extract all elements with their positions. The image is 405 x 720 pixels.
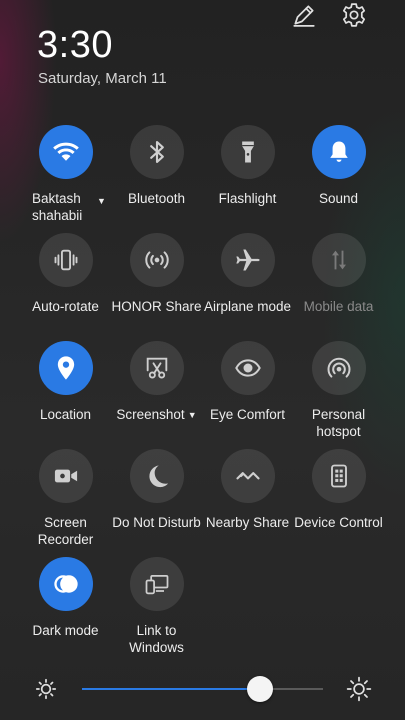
device-control-icon	[311, 449, 366, 503]
chevron-down-icon[interactable]: ▼	[188, 410, 197, 420]
tile-flashlight[interactable]: Flashlight	[202, 125, 293, 233]
tile-location[interactable]: Location	[20, 341, 111, 449]
clock-time[interactable]: 3:30	[37, 24, 113, 67]
wifi-network-name: Baktash shahabii	[32, 191, 83, 223]
tile-do-not-disturb[interactable]: Do Not Disturb	[111, 449, 202, 557]
tile-hotspot-label: Personal hotspot	[311, 407, 366, 439]
tile-screenshot-label: Screenshot ▼	[111, 406, 202, 424]
bluetooth-icon	[129, 125, 184, 179]
tile-mobile-data-label: Mobile data	[303, 299, 374, 314]
tile-auto-rotate-label: Auto-rotate	[32, 299, 99, 314]
airplane-icon	[220, 233, 275, 287]
nearby-share-icon	[220, 449, 275, 503]
gear-icon[interactable]	[339, 0, 369, 30]
tile-eye-comfort-label: Eye Comfort	[209, 407, 286, 422]
tile-device-control[interactable]: Device Control	[293, 449, 384, 557]
tile-bluetooth-label: Bluetooth	[127, 191, 186, 206]
broadcast-icon	[129, 233, 184, 287]
tile-sound-label: Sound	[318, 191, 359, 206]
chevron-down-icon[interactable]: ▼	[97, 193, 106, 210]
tile-nearby-share[interactable]: Nearby Share	[202, 449, 293, 557]
tile-honor-share[interactable]: HONOR Share	[111, 233, 202, 341]
tile-flashlight-label: Flashlight	[218, 191, 277, 206]
tile-screen-recorder[interactable]: Screen Recorder	[20, 449, 111, 557]
brightness-slider-thumb[interactable]	[247, 676, 274, 702]
edit-icon[interactable]	[289, 0, 319, 30]
hotspot-icon	[311, 341, 366, 395]
tile-airplane[interactable]: Airplane mode	[202, 233, 293, 341]
location-pin-icon	[38, 341, 93, 395]
tile-nearby-share-label: Nearby Share	[205, 515, 290, 530]
tile-link-to-windows[interactable]: Link to Windows	[111, 557, 202, 665]
tile-screen-recorder-label: Screen Recorder	[37, 515, 94, 547]
mobile-data-icon	[311, 233, 366, 287]
brightness-high-icon	[346, 676, 372, 702]
tile-honor-share-label: HONOR Share	[111, 299, 202, 314]
tile-do-not-disturb-label: Do Not Disturb	[112, 515, 201, 530]
eye-icon	[220, 341, 275, 395]
tile-location-label: Location	[39, 407, 92, 422]
dark-mode-icon	[38, 557, 93, 611]
top-actions	[289, 0, 369, 30]
tile-mobile-data[interactable]: Mobile data	[293, 233, 384, 341]
bell-icon	[311, 125, 366, 179]
tile-link-to-windows-label: Link to Windows	[129, 623, 184, 655]
tile-wifi[interactable]: Baktash shahabii ▼	[20, 125, 111, 233]
tile-airplane-label: Airplane mode	[203, 299, 292, 314]
brightness-low-icon	[35, 678, 57, 700]
wifi-icon	[38, 125, 93, 179]
link-windows-icon	[129, 557, 184, 611]
tile-screenshot[interactable]: Screenshot ▼	[111, 341, 202, 449]
brightness-slider[interactable]	[82, 676, 323, 702]
tile-sound[interactable]: Sound	[293, 125, 384, 233]
date-label: Saturday, March 11	[38, 70, 167, 87]
video-camera-icon	[38, 449, 93, 503]
tile-wifi-label: Baktash shahabii ▼	[20, 190, 111, 224]
scissors-icon	[129, 341, 184, 395]
tile-dark-mode[interactable]: Dark mode	[20, 557, 111, 665]
tile-bluetooth[interactable]: Bluetooth	[111, 125, 202, 233]
tile-eye-comfort[interactable]: Eye Comfort	[202, 341, 293, 449]
rotate-icon	[38, 233, 93, 287]
brightness-control	[0, 670, 405, 710]
flashlight-icon	[220, 125, 275, 179]
tile-device-control-label: Device Control	[294, 515, 383, 530]
screenshot-text: Screenshot	[116, 407, 185, 422]
tile-dark-mode-label: Dark mode	[32, 623, 99, 638]
tile-hotspot[interactable]: Personal hotspot	[293, 341, 384, 449]
brightness-slider-fill	[82, 688, 261, 690]
moon-icon	[129, 449, 184, 503]
quick-settings-grid: Baktash shahabii ▼ Bluetooth Flashlight	[20, 125, 385, 665]
tile-auto-rotate[interactable]: Auto-rotate	[20, 233, 111, 341]
